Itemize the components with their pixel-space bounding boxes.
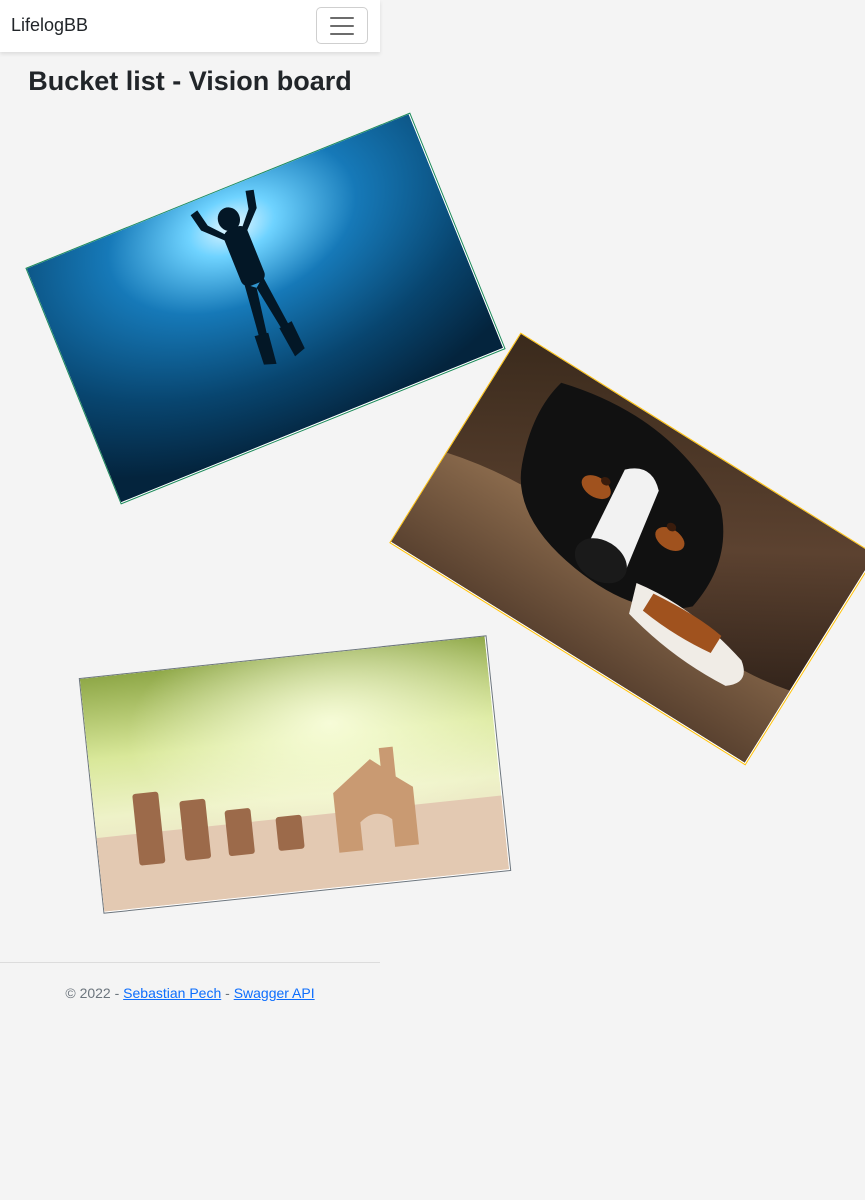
navbar-toggler-button[interactable] (316, 7, 368, 44)
house-coins-image (79, 636, 510, 912)
page-title: Bucket list - Vision board (28, 66, 352, 96)
footer-divider (0, 962, 380, 963)
hamburger-menu-icon (330, 16, 354, 19)
vision-image-house (78, 635, 512, 914)
footer: © 2022 - Sebastian Pech - Swagger API (0, 985, 380, 1001)
author-link[interactable]: Sebastian Pech (123, 985, 221, 1001)
footer-separator: - (225, 985, 230, 1001)
navbar: LifelogBB (0, 0, 380, 52)
swagger-api-link[interactable]: Swagger API (234, 985, 315, 1001)
page: LifelogBB Bucket list - Vision board © 2… (0, 0, 865, 1200)
footer-copyright: © 2022 - (65, 985, 120, 1001)
brand-link[interactable]: LifelogBB (11, 15, 88, 36)
diver-image (26, 114, 504, 503)
hamburger-line (330, 32, 354, 35)
hamburger-line (330, 24, 354, 27)
vision-image-diver (25, 112, 506, 505)
